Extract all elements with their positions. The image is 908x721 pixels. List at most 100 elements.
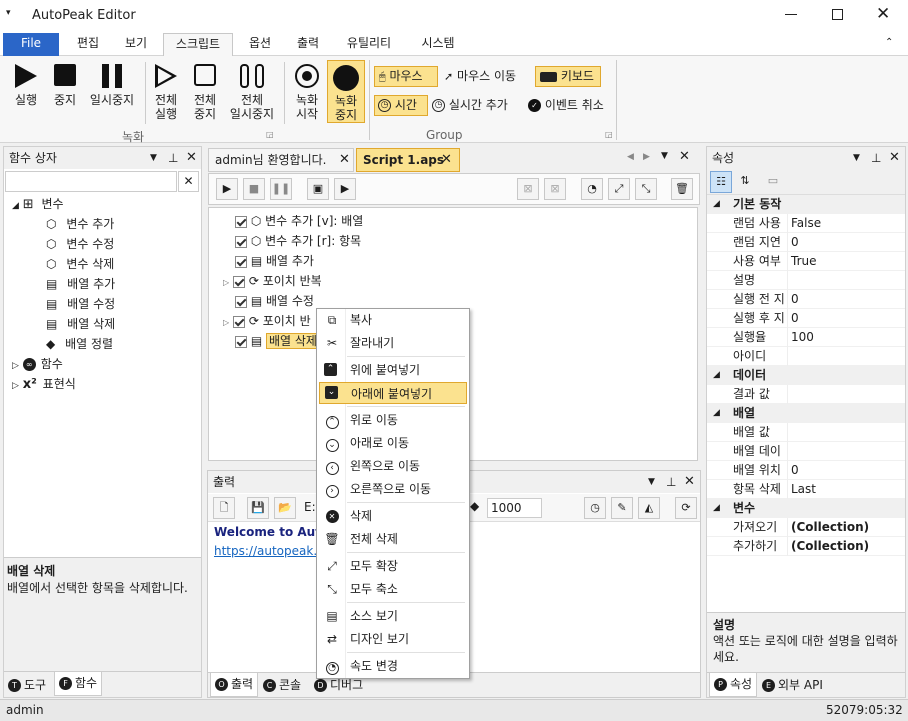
property-value[interactable]: (Collection): [791, 518, 869, 537]
property-value[interactable]: Last: [791, 480, 816, 499]
menu-copy[interactable]: ⧉ 복사: [319, 309, 467, 331]
tree-var-delete[interactable]: ⬡ 변수 삭제: [46, 254, 114, 274]
tab-console[interactable]: C 콘솔: [263, 674, 301, 696]
menu-expand-all[interactable]: ⤢ 모두 확장: [319, 555, 467, 577]
record-stop-button[interactable]: 녹화 중지: [327, 60, 365, 123]
search-input[interactable]: [5, 171, 177, 192]
scroll-left-icon[interactable]: ◀: [627, 152, 634, 162]
checkbox[interactable]: [235, 335, 247, 348]
checkbox[interactable]: [235, 235, 247, 248]
property-value[interactable]: True: [791, 252, 817, 271]
run-script-button[interactable]: ▶: [216, 178, 238, 200]
enable-button[interactable]: ⊠: [544, 178, 566, 200]
doc-tab-script[interactable]: Script 1.aps ✕: [356, 148, 460, 172]
tab-functions[interactable]: F 함수: [54, 672, 103, 696]
menu-paste-below[interactable]: ⌄ 아래에 붙여넣기: [319, 382, 467, 404]
tab-tools[interactable]: T 도구: [8, 674, 46, 696]
refresh-icon[interactable]: ⟳: [675, 497, 697, 519]
tab-output-bottom[interactable]: O 출력: [210, 673, 259, 697]
checkbox[interactable]: [235, 215, 247, 228]
menu-cut[interactable]: ✂ 잘라내기: [319, 332, 467, 354]
close-panel-icon[interactable]: ✕: [186, 147, 197, 169]
property-value[interactable]: 0: [791, 309, 799, 328]
menu-move-up[interactable]: ⌃ 위로 이동: [319, 409, 467, 431]
fill-icon[interactable]: ◭: [638, 497, 660, 519]
property-row[interactable]: 배열 위치 0: [707, 461, 905, 480]
property-value[interactable]: (Collection): [791, 537, 869, 556]
event-cancel-toggle[interactable]: ✓ 이벤트 취소: [528, 95, 604, 116]
collapse-arrow-icon[interactable]: ◢: [713, 366, 720, 385]
property-pages-icon[interactable]: ▭: [762, 171, 784, 193]
brush-icon[interactable]: ✎: [611, 497, 633, 519]
menu-delete-all[interactable]: 🗑 전체 삭제: [319, 528, 467, 550]
collapse-arrow-icon[interactable]: ◢: [713, 499, 720, 518]
close-panel-icon[interactable]: ✕: [684, 471, 695, 493]
disable-button[interactable]: ⊠: [517, 178, 539, 200]
menu-move-down[interactable]: ⌄ 아래로 이동: [319, 432, 467, 454]
menu-view-design[interactable]: ⇄ 디자인 보기: [319, 628, 467, 650]
property-row[interactable]: 가져오기 (Collection): [707, 518, 905, 537]
tab-output[interactable]: 출력: [286, 33, 330, 56]
dropdown-icon[interactable]: ▼: [853, 147, 860, 169]
property-row[interactable]: 실행율 100: [707, 328, 905, 347]
close-tab-icon[interactable]: ✕: [441, 149, 452, 171]
property-row[interactable]: 랜덤 지연 0: [707, 233, 905, 252]
dropdown-icon[interactable]: ▼: [648, 471, 655, 493]
property-category[interactable]: ◢ 배열: [707, 404, 905, 423]
dropdown-icon[interactable]: ▼: [150, 147, 157, 169]
property-category[interactable]: ◢ 기본 동작: [707, 195, 905, 214]
realtime-add-toggle[interactable]: ◷ 실시간 추가: [432, 95, 508, 116]
property-row[interactable]: 추가하기 (Collection): [707, 537, 905, 556]
collapse-arrow-icon[interactable]: ◢: [713, 195, 720, 214]
step-button[interactable]: ▣: [307, 178, 329, 200]
menu-change-speed[interactable]: ◔ 속도 변경: [319, 655, 467, 677]
run-to-button[interactable]: ▶: [334, 178, 356, 200]
property-value[interactable]: False: [791, 214, 821, 233]
pause-script-button[interactable]: ❚❚: [270, 178, 292, 200]
tree-var-add[interactable]: ⬡ 변수 추가: [46, 214, 114, 234]
group-launcher-icon[interactable]: ◲: [605, 130, 613, 139]
script-line[interactable]: ⬡ 변수 추가 [v]: 배열: [235, 211, 363, 231]
tab-utility[interactable]: 유틸리티: [334, 33, 404, 56]
property-value[interactable]: 0: [791, 290, 799, 309]
checkbox[interactable]: [235, 295, 247, 308]
open-folder-icon[interactable]: 📂: [274, 497, 296, 519]
property-row[interactable]: 배열 값: [707, 423, 905, 442]
property-row[interactable]: 아이디: [707, 347, 905, 366]
mouse-toggle[interactable]: 🖱 마우스: [374, 66, 438, 87]
expand-all-icon[interactable]: ⤢: [608, 178, 630, 200]
pin-icon[interactable]: ⊥: [666, 471, 676, 493]
property-row[interactable]: 항목 삭제 Last: [707, 480, 905, 499]
tab-script[interactable]: 스크립트: [163, 33, 233, 58]
close-tab-icon[interactable]: ✕: [339, 149, 350, 171]
menu-view-source[interactable]: ▤ 소스 보기: [319, 605, 467, 627]
mouse-move-toggle[interactable]: ➚ 마우스 이동: [444, 66, 516, 87]
script-line[interactable]: ▷ ⟳ 포이치 반: [223, 311, 311, 331]
tab-system[interactable]: 시스템: [408, 33, 468, 56]
tab-options[interactable]: 옵션: [238, 33, 282, 56]
record-start-button[interactable]: 녹화 시작: [289, 64, 325, 121]
property-value[interactable]: 100: [791, 328, 814, 347]
tab-list-icon[interactable]: ▼: [661, 151, 668, 161]
tree-arr-sort[interactable]: ◆ 배열 정렬: [46, 334, 113, 354]
menu-move-right[interactable]: › 오른쪽으로 이동: [319, 478, 467, 500]
script-line[interactable]: ▷ ⟳ 포이치 반복: [223, 271, 322, 291]
run-button[interactable]: 실행: [8, 64, 44, 107]
save-icon[interactable]: 💾: [247, 497, 269, 519]
property-value[interactable]: 0: [791, 461, 799, 480]
tab-edit[interactable]: 편집: [66, 33, 110, 56]
property-row[interactable]: 결과 값: [707, 385, 905, 404]
tree-arr-edit[interactable]: ▤ 배열 수정: [46, 294, 115, 314]
minimize-button[interactable]: [785, 14, 797, 15]
dialog-launcher-icon[interactable]: ◲: [266, 130, 274, 139]
collapse-ribbon-icon[interactable]: ⌃: [885, 37, 893, 48]
menu-collapse-all[interactable]: ⤡ 모두 축소: [319, 578, 467, 600]
property-row[interactable]: 설명: [707, 271, 905, 290]
pin-icon[interactable]: ⊥: [168, 147, 178, 169]
close-panel-icon[interactable]: ✕: [889, 147, 900, 169]
pause-button[interactable]: 일시중지: [86, 64, 138, 107]
tree-var-edit[interactable]: ⬡ 변수 수정: [46, 234, 114, 254]
time-toggle[interactable]: ◷ 시간: [374, 95, 428, 116]
tab-external-api[interactable]: E 외부 API: [762, 674, 823, 696]
checkbox[interactable]: [232, 275, 245, 288]
